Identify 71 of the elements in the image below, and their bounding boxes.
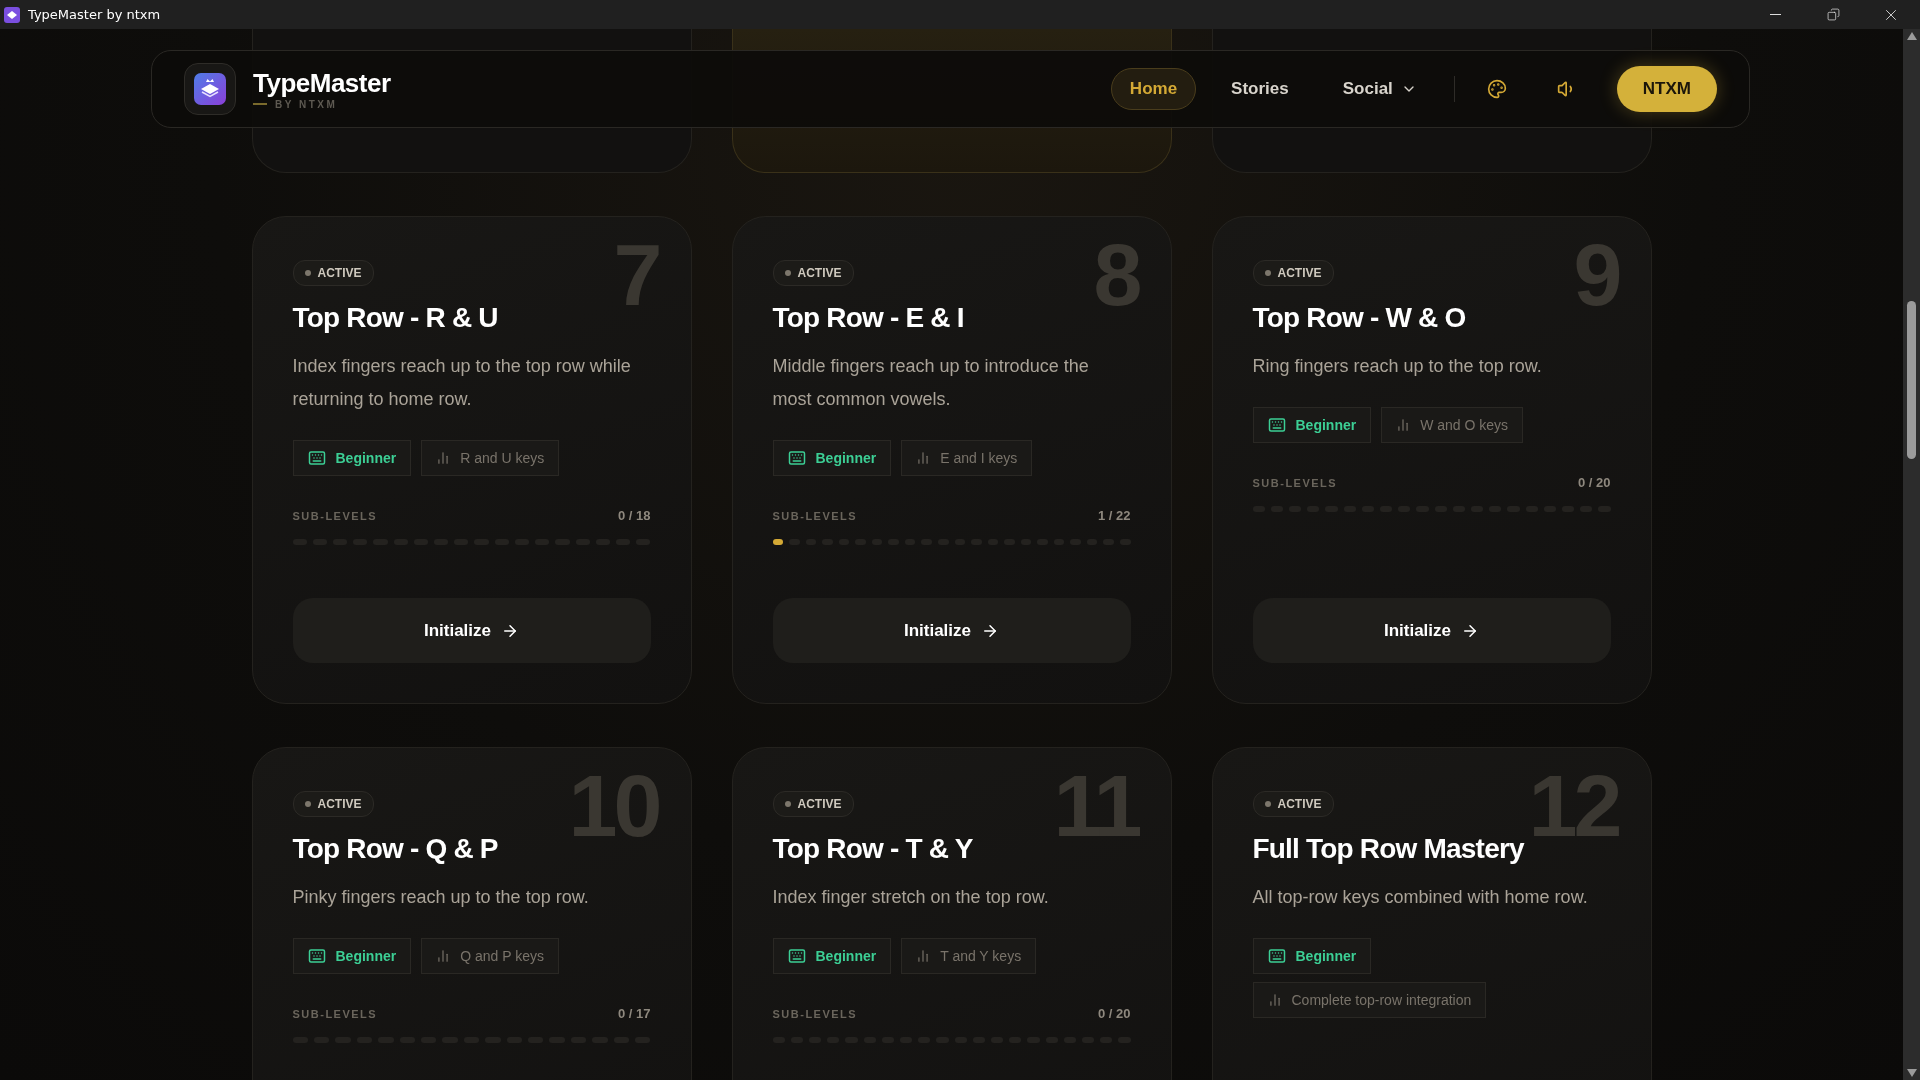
lesson-description: Ring fingers reach up to the top row. <box>1252 355 1543 378</box>
lesson-title: Top Row - W & O <box>1252 301 1467 335</box>
difficulty-tag: Beginner <box>292 440 412 476</box>
bar-chart-icon <box>436 949 451 963</box>
bar-chart-icon <box>916 949 931 963</box>
keyboard-icon <box>787 947 806 965</box>
initialize-button[interactable]: Initialize <box>772 598 1131 663</box>
lesson-title: Top Row - Q & P <box>292 832 499 866</box>
bar-chart-icon <box>1396 418 1411 432</box>
lesson-description: Index fingers reach up to the top row while returning to home row. <box>292 355 632 411</box>
lesson-title: Top Row - T & Y <box>772 832 974 866</box>
keys-tag: R and U keys <box>421 440 560 476</box>
bar-chart-icon <box>1267 993 1282 1007</box>
nav-link[interactable]: Stories <box>1212 68 1308 110</box>
lesson-title: Top Row - R & U <box>292 301 499 335</box>
difficulty-tag: Beginner <box>772 440 892 476</box>
difficulty-tag: Beginner <box>1252 407 1372 443</box>
scroll-down-icon[interactable] <box>1906 1069 1917 1077</box>
keys-tag: W and O keys <box>1381 407 1524 443</box>
difficulty-tag: Beginner <box>772 938 892 974</box>
lesson-description: Middle fingers reach up to introduce the most common vowels. <box>772 355 1090 411</box>
scrollbar[interactable] <box>1903 29 1920 1080</box>
lesson-description: All top-row keys combined with home row. <box>1252 886 1589 909</box>
sub-levels-label: SUB-LEVELS <box>772 509 858 522</box>
initialize-button[interactable]: Initialize <box>1252 598 1611 663</box>
logo-icon <box>194 73 226 105</box>
status-badge: ACTIVE <box>772 791 854 817</box>
scroll-thumb[interactable] <box>1907 301 1916 459</box>
bar-chart-icon <box>916 451 931 465</box>
window-title: TypeMaster by ntxm <box>28 7 161 22</box>
sub-levels-label: SUB-LEVELS <box>772 1007 858 1020</box>
brand-name: TypeMaster <box>253 68 391 97</box>
status-badge: ACTIVE <box>292 260 374 286</box>
scroll-up-icon[interactable] <box>1906 32 1917 40</box>
nav-link[interactable]: Social <box>1323 68 1436 110</box>
difficulty-tag: Beginner <box>292 938 412 974</box>
sub-levels-label: SUB-LEVELS <box>292 1007 378 1020</box>
keys-tag: E and I keys <box>901 440 1033 476</box>
difficulty-tag: Beginner <box>1252 938 1372 974</box>
nav-link[interactable]: Home <box>1110 68 1197 110</box>
status-badge: ACTIVE <box>292 791 374 817</box>
keys-tag: Complete top-row integration <box>1252 982 1487 1018</box>
sub-levels-count: 1 / 22 <box>1097 508 1131 523</box>
app-icon <box>4 6 20 23</box>
lesson-title: Top Row - E & I <box>772 301 965 335</box>
sub-levels-count: 0 / 20 <box>1097 1006 1131 1021</box>
keyboard-icon <box>307 947 326 965</box>
lesson-description: Index finger stretch on the top row. <box>772 886 1050 909</box>
keys-tag: T and Y keys <box>901 938 1037 974</box>
lesson-title: Full Top Row Mastery <box>1252 832 1526 866</box>
sub-levels-count: 0 / 18 <box>617 508 651 523</box>
keyboard-icon <box>787 449 806 467</box>
palette-icon <box>1486 79 1507 99</box>
sub-levels-label: SUB-LEVELS <box>292 509 378 522</box>
lesson-description: Pinky fingers reach up to the top row. <box>292 886 590 909</box>
sub-levels-label: SUB-LEVELS <box>1252 476 1338 489</box>
status-badge: ACTIVE <box>772 260 854 286</box>
account-button[interactable]: NTXM <box>1616 66 1717 112</box>
bar-chart-icon <box>436 451 451 465</box>
restore-icon <box>1826 8 1840 21</box>
minimize-icon <box>1769 14 1781 15</box>
status-badge: ACTIVE <box>1252 791 1334 817</box>
sub-levels-count: 0 / 20 <box>1577 475 1611 490</box>
keys-tag: Q and P keys <box>421 938 559 974</box>
brand-byline: BY NTXM <box>253 98 391 110</box>
keyboard-icon <box>1267 947 1286 965</box>
sub-levels-count: 0 / 17 <box>617 1006 651 1021</box>
initialize-button[interactable]: Initialize <box>292 598 651 663</box>
status-badge: ACTIVE <box>1252 260 1334 286</box>
keyboard-icon <box>307 449 326 467</box>
keyboard-icon <box>1267 416 1286 434</box>
